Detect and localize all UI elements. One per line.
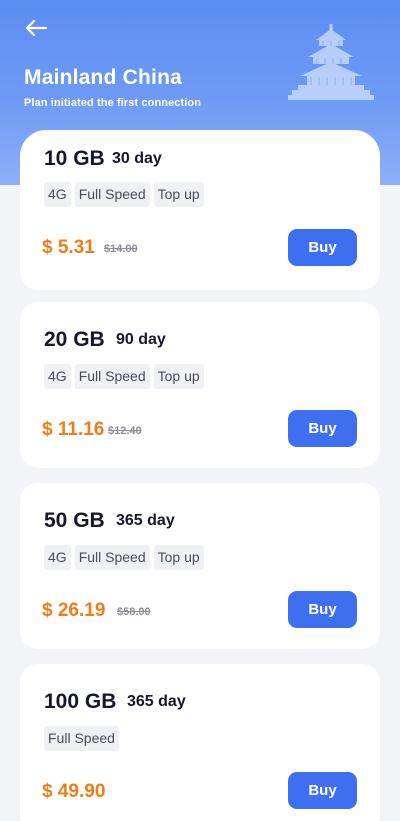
buy-button[interactable]: Buy	[288, 229, 357, 266]
plan-data-amount: 20 GB	[44, 328, 105, 351]
buy-button[interactable]: Buy	[288, 772, 357, 809]
tag-topup: Top up	[153, 182, 204, 207]
tag-speed: Full Speed	[74, 545, 150, 570]
buy-button[interactable]: Buy	[288, 591, 357, 628]
plan-original-price: $58.00	[117, 606, 151, 618]
tag-network: 4G	[44, 182, 71, 207]
plan-tags: 4G Full Speed Top up	[44, 364, 204, 389]
tag-network: 4G	[44, 364, 71, 389]
plan-duration: 365 day	[127, 693, 186, 710]
plan-duration: 365 day	[116, 512, 175, 529]
plan-price: $ 5.31	[42, 237, 95, 258]
plan-tags: 4G Full Speed Top up	[44, 182, 204, 207]
plan-tags: Full Speed	[44, 726, 119, 751]
plan-card[interactable]: 10 GB 30 day 4G Full Speed Top up $ 5.31…	[20, 130, 380, 290]
plan-original-price: $14.00	[104, 243, 138, 255]
temple-of-heaven-icon	[288, 24, 374, 106]
tag-speed: Full Speed	[74, 182, 150, 207]
plan-duration: 30 day	[112, 150, 162, 167]
plan-card[interactable]: 50 GB 365 day 4G Full Speed Top up $ 26.…	[20, 483, 380, 649]
plan-data-amount: 10 GB	[44, 147, 105, 170]
plan-tags: 4G Full Speed Top up	[44, 545, 204, 570]
plan-price: $ 26.19	[42, 600, 106, 621]
tag-speed: Full Speed	[74, 364, 150, 389]
plan-price: $ 11.16	[42, 419, 105, 440]
page-title: Mainland China	[24, 66, 182, 89]
plan-price: $ 49.90	[42, 781, 106, 802]
page-subtitle: Plan initiated the first connection	[24, 97, 202, 109]
tag-topup: Top up	[153, 364, 204, 389]
back-arrow-icon[interactable]	[20, 14, 52, 42]
plan-card[interactable]: 20 GB 90 day 4G Full Speed Top up $ 11.1…	[20, 302, 380, 468]
plan-list-screen: Mainland China Plan initiated the first …	[0, 0, 400, 821]
buy-button[interactable]: Buy	[288, 410, 357, 447]
tag-speed: Full Speed	[44, 726, 119, 751]
plan-card[interactable]: 100 GB 365 day Full Speed $ 49.90 Buy	[20, 664, 380, 821]
plan-data-amount: 100 GB	[44, 690, 117, 713]
plan-original-price: $12.40	[108, 425, 142, 437]
plan-data-amount: 50 GB	[44, 509, 105, 532]
plan-duration: 90 day	[116, 331, 166, 348]
tag-topup: Top up	[153, 545, 204, 570]
tag-network: 4G	[44, 545, 71, 570]
